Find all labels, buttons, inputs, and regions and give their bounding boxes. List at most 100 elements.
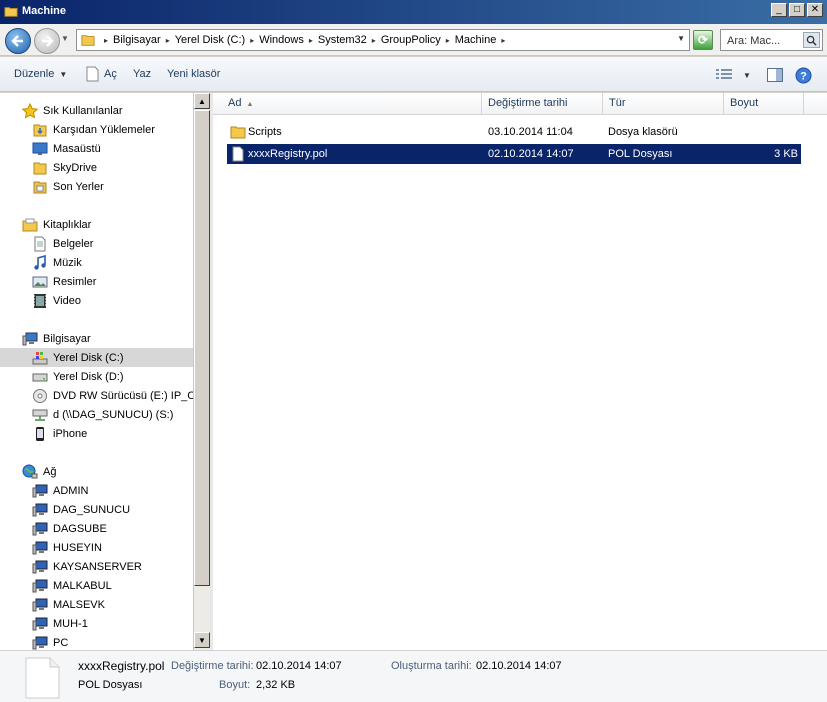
desktop-icon [32, 141, 48, 157]
network-computer-icon [32, 502, 48, 518]
open-button[interactable]: Aç [86, 66, 117, 82]
nav-item-label: Müzik [53, 256, 82, 269]
svg-text:?: ? [800, 70, 807, 82]
nav-item-network-pc[interactable]: KAYSANSERVER [0, 557, 193, 576]
maximize-button[interactable]: □ [789, 3, 805, 17]
column-header-type[interactable]: Tür [603, 93, 724, 115]
dvd-drive-icon [32, 388, 48, 404]
scroll-down-button[interactable]: ▼ [194, 632, 210, 648]
nav-item-label: DAGSUBE [53, 522, 107, 535]
column-label: Ad [228, 97, 242, 109]
details-filename: xxxxRegistry.pol [78, 659, 165, 673]
breadcrumb-item[interactable]: Machine [455, 34, 497, 46]
chevron-right-icon[interactable]: ▸ [446, 36, 450, 45]
nav-item-documents[interactable]: Belgeler [0, 234, 193, 253]
network-computer-icon [32, 578, 48, 594]
nav-item-label: Masaüstü [53, 142, 101, 155]
refresh-button[interactable]: ⟳ [693, 30, 713, 50]
command-bar: Düzenle ▼ Aç Yaz Yeni klasör ▼ ? [0, 57, 827, 92]
nav-item-recent-places[interactable]: Son Yerler [0, 177, 193, 196]
nav-item-label: DAG_SUNUCU [53, 503, 131, 516]
column-header-size[interactable]: Boyut [724, 93, 804, 115]
nav-item-network-pc[interactable]: HUSEYIN [0, 538, 193, 557]
chevron-right-icon[interactable]: ▸ [166, 36, 170, 45]
libraries-icon [22, 217, 38, 233]
navigation-scrollbar[interactable]: ▲ ▼ [193, 93, 210, 650]
folder-icon [230, 126, 246, 139]
nav-item-iphone[interactable]: iPhone [0, 424, 193, 443]
nav-item-network-pc[interactable]: DAG_SUNUCU [0, 500, 193, 519]
nav-item-downloads[interactable]: Karşıdan Yüklemeler [0, 120, 193, 139]
nav-item-videos[interactable]: Video [0, 291, 193, 310]
breadcrumb-item[interactable]: Yerel Disk (C:) [175, 34, 246, 46]
scroll-up-button[interactable]: ▲ [194, 93, 210, 109]
nav-item-label: KAYSANSERVER [53, 560, 142, 573]
new-folder-button[interactable]: Yeni klasör [167, 68, 220, 80]
document-icon [86, 66, 99, 82]
nav-item-network-pc[interactable]: MUH-1 [0, 614, 193, 633]
nav-libraries[interactable]: Kitaplıklar [0, 215, 193, 234]
computer-icon [22, 331, 38, 347]
nav-item-network-pc[interactable]: MALKABUL [0, 576, 193, 595]
scrollbar-thumb[interactable] [194, 110, 210, 586]
network-drive-icon [32, 407, 48, 423]
file-type: Dosya klasörü [608, 126, 678, 138]
nav-item-label: DVD RW Sürücüsü (E:) IP_CA [53, 389, 193, 402]
star-icon [22, 102, 38, 119]
music-icon [32, 254, 48, 271]
file-list: Ad ▲ Değiştirme tarihi Tür Boyut Scripts … [213, 93, 827, 650]
view-dropdown-button[interactable]: ▼ [740, 65, 754, 85]
minimize-button[interactable]: _ [771, 3, 787, 17]
preview-pane-button[interactable] [764, 65, 786, 85]
nav-item-label: Yerel Disk (C:) [53, 351, 124, 364]
nav-item-music[interactable]: Müzik [0, 253, 193, 272]
help-button[interactable]: ? [792, 65, 814, 85]
nav-item-network-pc[interactable]: PC [0, 633, 193, 650]
address-history-dropdown[interactable]: ▼ [677, 34, 685, 43]
close-button[interactable]: ✕ [807, 3, 823, 17]
chevron-right-icon[interactable]: ▸ [501, 36, 505, 45]
title-bar: Machine _ □ ✕ [0, 0, 827, 24]
search-icon[interactable] [803, 32, 820, 48]
chevron-right-icon[interactable]: ▸ [309, 36, 313, 45]
navigation-pane: Sık Kullanılanlar Karşıdan Yüklemeler Ma… [0, 93, 193, 650]
details-view-icon [716, 69, 732, 79]
file-row-selected[interactable]: xxxxRegistry.pol 02.10.2014 14:07 POL Do… [227, 144, 801, 164]
network-globe-icon [22, 464, 38, 480]
back-button[interactable] [5, 28, 31, 54]
nav-item-label: Resimler [53, 275, 97, 288]
column-header-modified[interactable]: Değiştirme tarihi [482, 93, 603, 115]
file-type: POL Dosyası [608, 148, 673, 160]
file-row[interactable]: Scripts 03.10.2014 11:04 Dosya klasörü [227, 122, 801, 142]
search-input[interactable]: Ara: Mac... [720, 29, 823, 51]
recent-pages-dropdown[interactable]: ▼ [61, 34, 71, 46]
forward-button[interactable] [34, 28, 60, 54]
breadcrumb-item[interactable]: Windows [259, 34, 304, 46]
view-options-button[interactable] [714, 65, 734, 85]
organize-menu[interactable]: Düzenle ▼ [14, 68, 67, 80]
nav-item-desktop[interactable]: Masaüstü [0, 139, 193, 158]
nav-item-skydrive[interactable]: SkyDrive [0, 158, 193, 177]
nav-computer[interactable]: Bilgisayar [0, 329, 193, 348]
nav-item-local-disk-c[interactable]: Yerel Disk (C:) [0, 348, 193, 367]
breadcrumb-item[interactable]: System32 [318, 34, 367, 46]
video-icon [32, 293, 48, 309]
nav-network[interactable]: Ağ [0, 462, 193, 481]
nav-item-network-pc[interactable]: ADMIN [0, 481, 193, 500]
breadcrumb-item[interactable]: Bilgisayar [113, 34, 161, 46]
breadcrumb-item[interactable]: GroupPolicy [381, 34, 441, 46]
chevron-right-icon[interactable]: ▸ [104, 36, 108, 45]
nav-item-network-pc[interactable]: MALSEVK [0, 595, 193, 614]
nav-item-local-disk-d[interactable]: Yerel Disk (D:) [0, 367, 193, 386]
breadcrumb: ▸ Bilgisayar ▸ Yerel Disk (C:) ▸ Windows… [99, 34, 510, 46]
nav-item-network-drive[interactable]: d (\\DAG_SUNUCU) (S:) [0, 405, 193, 424]
nav-item-pictures[interactable]: Resimler [0, 272, 193, 291]
address-field[interactable]: ▸ Bilgisayar ▸ Yerel Disk (C:) ▸ Windows… [76, 29, 690, 51]
print-button[interactable]: Yaz [133, 68, 151, 80]
chevron-right-icon[interactable]: ▸ [250, 36, 254, 45]
chevron-right-icon[interactable]: ▸ [372, 36, 376, 45]
nav-favorites[interactable]: Sık Kullanılanlar [0, 101, 193, 120]
column-header-name[interactable]: Ad ▲ [222, 93, 482, 115]
nav-item-network-pc[interactable]: DAGSUBE [0, 519, 193, 538]
nav-item-dvd-drive[interactable]: DVD RW Sürücüsü (E:) IP_CA [0, 386, 193, 405]
